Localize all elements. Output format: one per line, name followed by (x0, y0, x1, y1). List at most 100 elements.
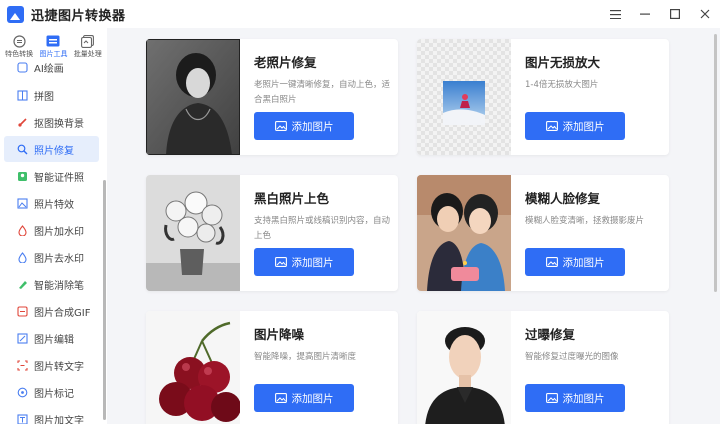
sidebar-item-cutout[interactable]: 抠图换背景 (4, 109, 99, 135)
tab-batch[interactable]: 批量处理 (71, 28, 105, 62)
maximize-icon[interactable] (660, 0, 690, 28)
menu-icon[interactable] (600, 0, 630, 28)
upscale-thumbnail (417, 39, 511, 155)
card-description: 智能修复过度曝光的图像 (525, 352, 619, 362)
sidebar-item-id-photo[interactable]: 智能证件照 (4, 163, 99, 189)
eraser-icon (17, 279, 28, 290)
card-title: 图片无损放大 (525, 55, 601, 70)
card-denoise[interactable]: 图片降噪 智能降噪，提高图片清晰度 添加图片 (146, 311, 398, 424)
app-window: 迅捷图片转换器 特色转换 图片工具 批量处理 AI绘画 拼图 抠图换背景 照片修… (0, 0, 720, 424)
tab-label: 图片工具 (39, 50, 68, 58)
card-body: 图片无损放大 1-4倍无损放大图片 (525, 39, 663, 93)
add-image-label: 添加图片 (291, 256, 334, 269)
sidebar-item-mark[interactable]: 图片标记 (4, 379, 99, 405)
image-tools-icon (46, 34, 61, 48)
sidebar-item-ocr[interactable]: 图片转文字 (4, 352, 99, 378)
denoise-thumbnail (146, 311, 240, 424)
card-body: 图片降噪 智能降噪，提高图片清晰度 (254, 311, 392, 365)
old-photo-thumbnail (146, 39, 240, 155)
sidebar-item-label: 图片加水印 (34, 226, 84, 238)
image-icon (545, 121, 558, 131)
card-title: 图片降噪 (254, 327, 305, 342)
main-scrollbar[interactable] (714, 34, 717, 292)
sidebar-item-gif[interactable]: 图片合成GIF (4, 298, 99, 324)
add-image-button[interactable]: 添加图片 (525, 112, 625, 140)
sidebar-item-repair[interactable]: 照片修复 (4, 136, 99, 162)
main-panel: 老照片修复 老照片一键清晰修复，自动上色，适合黑白照片 添加图片 图片无损放大 … (107, 28, 720, 424)
sidebar-item-edit[interactable]: 图片编辑 (4, 325, 99, 351)
sidebar-item-label: 智能消除笔 (34, 280, 84, 292)
mark-icon (17, 387, 28, 398)
card-body: 黑白照片上色 支持黑白照片或线稿识别内容，自动上色 (254, 175, 392, 244)
add-image-label: 添加图片 (291, 120, 334, 133)
add-image-button[interactable]: 添加图片 (254, 112, 354, 140)
card-colorize[interactable]: 黑白照片上色 支持黑白照片或线稿识别内容，自动上色 添加图片 (146, 175, 398, 291)
sidebar-scrollbar[interactable] (103, 180, 106, 420)
add-image-button[interactable]: 添加图片 (525, 384, 625, 412)
image-icon (274, 393, 287, 403)
add-watermark-icon (17, 224, 28, 236)
title-bar: 迅捷图片转换器 (0, 0, 720, 28)
sidebar-item-remove-watermark[interactable]: 图片去水印 (4, 244, 99, 270)
sidebar-item-label: 照片特效 (34, 199, 74, 211)
card-title: 黑白照片上色 (254, 191, 330, 206)
sidebar-tabs: 特色转换 图片工具 批量处理 (0, 28, 107, 62)
card-body: 老照片修复 老照片一键清晰修复，自动上色，适合黑白照片 (254, 39, 392, 108)
card-description: 老照片一键清晰修复，自动上色，适合黑白照片 (254, 80, 391, 105)
sidebar-item-eraser[interactable]: 智能消除笔 (4, 271, 99, 297)
card-title: 过曝修复 (525, 327, 576, 342)
card-face-repair[interactable]: 模糊人脸修复 模糊人脸变清晰，拯救摄影废片 添加图片 (417, 175, 669, 291)
repair-icon (17, 144, 28, 155)
add-image-button[interactable]: 添加图片 (254, 384, 354, 412)
face-repair-thumbnail (417, 175, 511, 291)
card-description: 1-4倍无损放大图片 (525, 80, 599, 90)
sidebar-item-ai-paint[interactable]: AI绘画 (4, 62, 99, 80)
sidebar-item-add-watermark[interactable]: 图片加水印 (4, 217, 99, 243)
batch-icon (80, 34, 95, 48)
add-text-icon (17, 413, 28, 424)
id-photo-icon (17, 171, 28, 182)
card-title: 老照片修复 (254, 55, 317, 70)
card-description: 智能降噪，提高图片清晰度 (254, 352, 357, 362)
app-logo-icon (7, 5, 24, 23)
tab-label: 特色转换 (5, 50, 34, 58)
minimize-icon[interactable] (630, 0, 660, 28)
convert-icon (12, 34, 27, 48)
tab-special-convert[interactable]: 特色转换 (2, 28, 36, 62)
remove-watermark-icon (17, 251, 28, 263)
sidebar-item-collage[interactable]: 拼图 (4, 82, 99, 108)
tab-label: 批量处理 (73, 50, 102, 58)
card-old-photo-repair[interactable]: 老照片修复 老照片一键清晰修复，自动上色，适合黑白照片 添加图片 (146, 39, 398, 155)
sidebar-list: AI绘画 拼图 抠图换背景 照片修复 智能证件照 照片特效 图片加水印 图片去水… (0, 62, 107, 424)
add-image-label: 添加图片 (562, 392, 605, 405)
card-lossless-upscale[interactable]: 图片无损放大 1-4倍无损放大图片 添加图片 (417, 39, 669, 155)
card-body: 过曝修复 智能修复过度曝光的图像 (525, 311, 663, 365)
sidebar-item-label: 照片修复 (34, 145, 74, 157)
app-title: 迅捷图片转换器 (31, 8, 126, 24)
add-image-button[interactable]: 添加图片 (254, 248, 354, 276)
gif-icon (17, 305, 28, 317)
image-icon (545, 393, 558, 403)
sidebar-item-label: 抠图换背景 (34, 118, 84, 130)
window-controls (600, 0, 720, 28)
add-image-label: 添加图片 (291, 392, 334, 405)
sidebar-item-add-text[interactable]: 图片加文字 (4, 406, 99, 424)
ai-paint-icon (17, 62, 28, 73)
add-image-label: 添加图片 (562, 120, 605, 133)
sidebar-item-label: 拼图 (34, 91, 54, 103)
ocr-icon (17, 359, 28, 371)
cutout-icon (17, 117, 28, 128)
sidebar-item-label: 图片去水印 (34, 253, 84, 265)
image-icon (274, 257, 287, 267)
card-title: 模糊人脸修复 (525, 191, 601, 206)
tab-image-tools[interactable]: 图片工具 (36, 28, 70, 62)
sidebar-item-label: AI绘画 (34, 63, 64, 75)
sidebar-item-effects[interactable]: 照片特效 (4, 190, 99, 216)
effects-icon (17, 197, 28, 209)
card-description: 模糊人脸变清晰，拯救摄影废片 (525, 216, 645, 226)
image-icon (545, 257, 558, 267)
card-overexposure-repair[interactable]: 过曝修复 智能修复过度曝光的图像 添加图片 (417, 311, 669, 424)
card-body: 模糊人脸修复 模糊人脸变清晰，拯救摄影废片 (525, 175, 663, 229)
close-icon[interactable] (690, 0, 720, 28)
add-image-button[interactable]: 添加图片 (525, 248, 625, 276)
